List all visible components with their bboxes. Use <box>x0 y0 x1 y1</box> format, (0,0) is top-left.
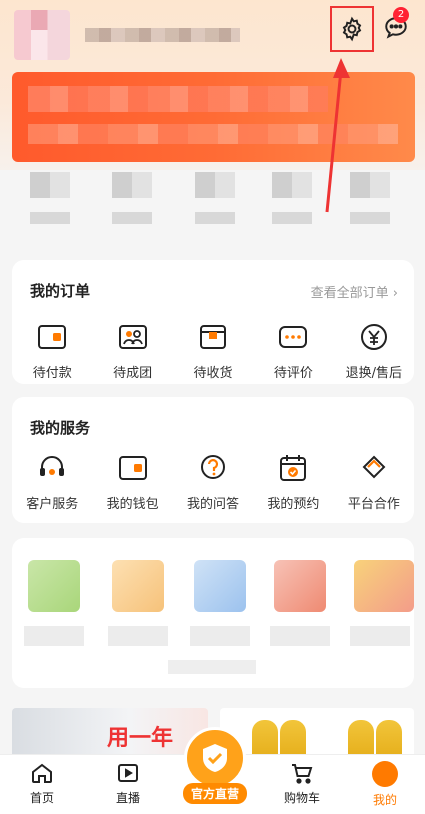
wallet-icon <box>38 325 67 349</box>
shield-check-icon <box>203 744 227 772</box>
question-icon <box>201 455 226 479</box>
blurred-text <box>350 626 410 646</box>
orders-card: 我的订单 查看全部订单 › 待付款 待成团 待收货 待评价 退换/售后 <box>12 260 414 384</box>
service-appointments[interactable]: 我的预约 <box>253 451 333 512</box>
order-label: 待成团 <box>113 366 153 381</box>
avatar[interactable] <box>14 10 70 60</box>
refund-icon <box>360 324 387 350</box>
tab-cart[interactable]: 购物车 <box>272 761 332 806</box>
orders-title: 我的订单 <box>30 282 91 300</box>
profile-header: 2 <box>0 0 425 170</box>
order-label: 待付款 <box>32 366 72 381</box>
recommendation-item[interactable] <box>194 560 246 612</box>
promo-text: 用一年 <box>107 726 174 751</box>
blurred-text <box>190 626 250 646</box>
recommendation-item[interactable] <box>354 560 414 612</box>
services-card: 我的服务 客户服务 我的钱包 我的问答 我的预约 平台合作 <box>12 397 414 523</box>
profile-icon <box>372 761 398 787</box>
service-customer-support[interactable]: 客户服务 <box>12 451 92 512</box>
order-pending-receipt[interactable]: 待收货 <box>173 320 253 381</box>
wallet-icon <box>118 456 147 480</box>
home-icon <box>32 763 52 783</box>
stat-item[interactable] <box>30 172 70 224</box>
services-title: 我的服务 <box>30 419 91 437</box>
stat-item[interactable] <box>272 172 312 224</box>
tab-label: 官方直营 <box>182 783 247 804</box>
order-label: 退换/售后 <box>345 366 403 381</box>
notification-badge: 2 <box>393 7 409 23</box>
blurred-text <box>270 626 330 646</box>
handshake-icon <box>362 455 386 479</box>
service-partnership[interactable]: 平台合作 <box>334 451 414 512</box>
order-label: 待收货 <box>193 366 233 381</box>
order-pending-payment[interactable]: 待付款 <box>12 320 92 381</box>
service-label: 我的钱包 <box>106 497 159 512</box>
recommendation-item[interactable] <box>112 560 164 612</box>
service-label: 平台合作 <box>347 497 400 512</box>
tab-home[interactable]: 首页 <box>12 761 72 806</box>
gear-icon <box>342 16 362 42</box>
video-icon <box>118 764 138 782</box>
recommendations-card <box>12 538 414 688</box>
service-label: 我的问答 <box>187 497 240 512</box>
stat-item[interactable] <box>350 172 390 224</box>
service-label: 客户服务 <box>26 497 79 512</box>
tab-label: 首页 <box>29 791 54 805</box>
cart-icon <box>292 764 313 784</box>
settings-button[interactable] <box>330 6 374 52</box>
view-all-orders-link[interactable]: 查看全部订单 › <box>311 282 398 301</box>
username-blurred <box>85 28 240 42</box>
stats-row <box>0 172 425 247</box>
blurred-text <box>24 626 84 646</box>
tab-live[interactable]: 直播 <box>98 761 158 806</box>
tab-me[interactable]: 我的 <box>355 761 415 808</box>
banner-blurred-text <box>28 86 328 112</box>
membership-banner[interactable] <box>12 72 415 162</box>
blurred-text <box>108 626 168 646</box>
banner-blurred-text <box>28 124 398 144</box>
tab-official-store[interactable]: 官方直营 <box>180 727 250 813</box>
recommendation-item[interactable] <box>28 560 80 612</box>
order-pending-review[interactable]: 待评价 <box>253 320 333 381</box>
stat-item[interactable] <box>112 172 152 224</box>
blurred-text <box>168 660 256 674</box>
tab-label: 购物车 <box>283 791 320 805</box>
recommendation-item[interactable] <box>274 560 326 612</box>
headset-icon <box>40 456 65 476</box>
comment-icon <box>279 326 308 348</box>
service-qa[interactable]: 我的问答 <box>173 451 253 512</box>
tab-label: 我的 <box>372 793 397 807</box>
stat-item[interactable] <box>195 172 235 224</box>
group-icon <box>118 325 147 349</box>
package-icon <box>200 325 227 349</box>
service-wallet[interactable]: 我的钱包 <box>92 451 172 512</box>
order-label: 待评价 <box>273 366 313 381</box>
order-pending-group[interactable]: 待成团 <box>92 320 172 381</box>
tab-label: 直播 <box>115 791 140 805</box>
center-tab-circle <box>184 727 246 789</box>
bottom-tab-bar: 首页 直播 官方直营 购物车 我的 <box>0 727 425 814</box>
order-refund[interactable]: 退换/售后 <box>334 320 414 381</box>
service-label: 我的预约 <box>267 497 320 512</box>
calendar-icon <box>280 455 307 481</box>
